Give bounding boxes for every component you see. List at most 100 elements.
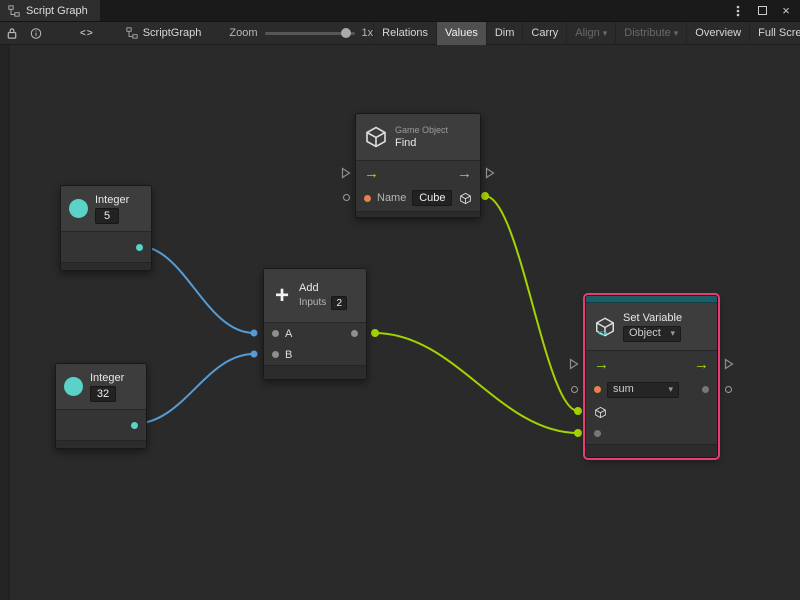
port-label-a: A [285, 328, 292, 340]
toolbar-button-overview[interactable]: Overview [686, 22, 749, 45]
target-row [586, 402, 717, 423]
variable-name-port[interactable] [594, 386, 601, 393]
graph-icon [126, 27, 138, 39]
graph-icon [8, 5, 20, 17]
variable-name-dropdown[interactable]: sum ▾ [607, 382, 679, 398]
target-gameobject-port-icon[interactable] [594, 406, 607, 419]
node-footer [61, 262, 151, 270]
wire-add-to-setvar-value[interactable] [375, 333, 578, 433]
port-row-a: A [264, 323, 366, 344]
node-add[interactable]: + Add Inputs 2 A B [263, 268, 367, 380]
integer-value-field[interactable]: 5 [95, 208, 119, 224]
integer-type-icon [64, 377, 83, 396]
info-icon[interactable] [24, 22, 48, 45]
param-label: Name [377, 192, 406, 204]
flow-in-arrow-icon[interactable]: → [364, 166, 379, 181]
value-input-port[interactable] [594, 430, 601, 437]
chevron-down-icon: ▾ [670, 326, 675, 341]
input-port-b[interactable] [272, 351, 279, 358]
integer-type-icon [69, 199, 88, 218]
zoom-slider[interactable] [265, 27, 355, 39]
flow-out-arrow-icon[interactable]: → [457, 166, 472, 181]
graph-name: ScriptGraph [143, 27, 202, 39]
value-output-port[interactable] [702, 386, 709, 393]
zoom-control: Zoom 1x [229, 27, 373, 39]
flow-out-arrow-icon[interactable]: → [694, 357, 709, 372]
variable-scope-dropdown[interactable]: Object ▾ [623, 326, 681, 342]
zoom-value: 1x [362, 27, 374, 39]
node-footer [56, 440, 146, 448]
tab-script-graph[interactable]: Script Graph [0, 0, 100, 21]
node-category: Game Object [395, 125, 448, 135]
canvas-left-gutter [0, 45, 10, 600]
port-label-b: B [285, 349, 292, 361]
node-integer-5[interactable]: Integer 5 [60, 185, 152, 271]
node-header: + Add Inputs 2 [264, 269, 366, 323]
add-icon: + [272, 284, 292, 308]
node-header: Integer 32 [56, 364, 146, 410]
integer-value-field[interactable]: 32 [90, 386, 116, 402]
wire-int32-to-add-b[interactable] [133, 354, 254, 424]
toolbar-button-distribute[interactable]: Distribute ▾ [615, 22, 686, 45]
zoom-slider-handle[interactable] [341, 28, 351, 38]
flow-in-pin[interactable] [341, 167, 351, 179]
breadcrumb[interactable]: ScriptGraph [126, 27, 202, 39]
input-port-a[interactable] [272, 330, 279, 337]
variable-cube-icon: <> [594, 316, 616, 338]
tab-title: Script Graph [26, 5, 88, 17]
toolbar-button-carry[interactable]: Carry [522, 22, 566, 45]
toolbar-button-fullscreen[interactable]: Full Screen [749, 22, 800, 45]
flow-in-arrow-icon[interactable]: → [594, 357, 609, 372]
window-menu-icon[interactable] [732, 5, 744, 17]
wire-end-dot [574, 407, 582, 415]
name-input-port[interactable] [364, 195, 371, 202]
inputs-count-field[interactable]: 2 [331, 296, 347, 310]
value-row [586, 423, 717, 444]
chevron-down-icon: ▾ [674, 28, 679, 39]
window-controls: × [732, 0, 800, 21]
node-header: Game Object Find [356, 114, 480, 161]
output-port[interactable] [131, 422, 138, 429]
toolbar-button-values[interactable]: Values [436, 22, 486, 45]
toolbar-button-align[interactable]: Align ▾ [566, 22, 615, 45]
flow-out-pin[interactable] [485, 167, 495, 179]
output-port-sum[interactable] [351, 330, 358, 337]
port-row-b: B [264, 344, 366, 365]
node-title: Add [299, 282, 347, 294]
value-out-pin[interactable] [725, 386, 732, 393]
wire-end-dot [251, 351, 258, 358]
toolbar-button-dim[interactable]: Dim [486, 22, 523, 45]
node-set-variable[interactable]: <> Set Variable Object ▾ → → sum ▾ [585, 295, 718, 458]
maximize-icon[interactable] [756, 5, 768, 17]
name-value-field[interactable]: Cube [412, 190, 452, 206]
chevron-down-icon: ▾ [603, 28, 608, 39]
name-in-pin[interactable] [571, 386, 578, 393]
inputs-label: Inputs [299, 297, 326, 308]
node-integer-32[interactable]: Integer 32 [55, 363, 147, 449]
node-port-row [61, 232, 151, 262]
node-title: Integer [95, 194, 129, 206]
flow-out-pin[interactable] [724, 358, 734, 370]
wire-end-dot [251, 330, 258, 337]
output-port[interactable] [136, 244, 143, 251]
flow-row: → → [356, 161, 480, 185]
wire-int5-to-add-a[interactable] [138, 246, 254, 333]
title-bar: Script Graph × [0, 0, 800, 22]
wire-find-to-setvar-target[interactable] [485, 196, 578, 411]
graph-canvas[interactable]: Integer 5 Integer 32 + Add [0, 45, 800, 600]
node-title: Set Variable [623, 312, 682, 324]
gameobject-output-port-icon[interactable] [459, 192, 472, 205]
toolbar-button-relations[interactable]: Relations [373, 22, 436, 45]
graph-toolbar: <> ScriptGraph Zoom 1x Relations Values … [0, 22, 800, 45]
name-in-pin[interactable] [343, 194, 350, 201]
node-gameobject-find[interactable]: Game Object Find → → Name Cube [355, 113, 481, 218]
node-footer [356, 211, 480, 217]
node-header: <> Set Variable Object ▾ [586, 303, 717, 351]
flow-in-pin[interactable] [569, 358, 579, 370]
lock-icon[interactable] [0, 22, 24, 45]
node-footer [586, 444, 717, 457]
close-icon[interactable]: × [780, 5, 792, 17]
node-footer [264, 365, 366, 379]
variable-name-row: sum ▾ [586, 377, 717, 402]
code-view-icon[interactable]: <> [74, 22, 100, 45]
